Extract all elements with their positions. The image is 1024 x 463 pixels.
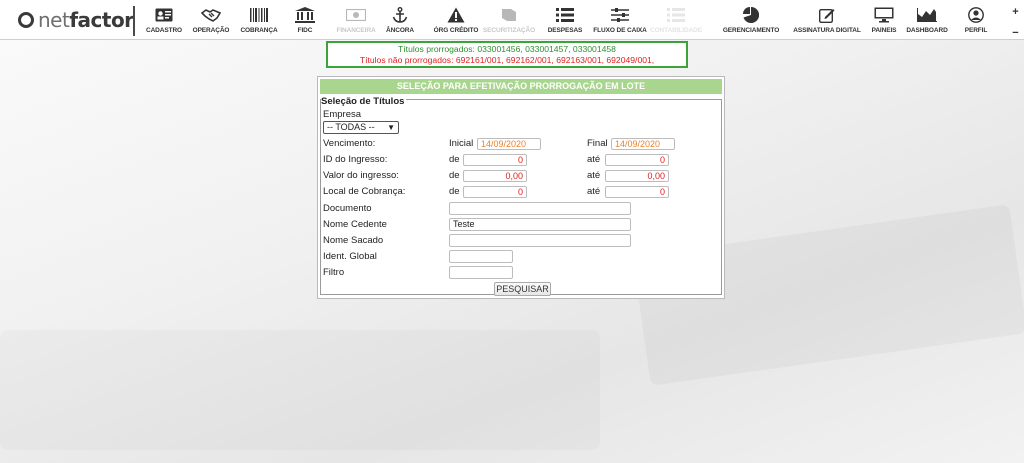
inicial-label: Inicial <box>449 138 474 149</box>
valor-ingresso-ate-input[interactable]: 0,00 <box>605 170 669 182</box>
extended-titles-message: Títulos prorrogados: 033001456, 03300145… <box>398 44 616 54</box>
nav-item-label: GERENCIAMENTO <box>722 27 780 34</box>
filtro-input[interactable] <box>449 266 513 279</box>
nav-item-label: PERFIL <box>964 27 988 34</box>
id-ingresso-ate-input[interactable]: 0 <box>605 154 669 166</box>
nav-item-label: DESPESAS <box>547 27 583 34</box>
handshake-icon <box>201 6 221 24</box>
logo-mark <box>18 12 34 28</box>
nome-sacado-label: Nome Sacado <box>323 235 384 246</box>
local-cobranca-de-input[interactable]: 0 <box>463 186 527 198</box>
nav-item-label: FIDC <box>297 27 313 34</box>
vencimento-inicial-input[interactable]: 14/09/2020 <box>477 138 541 150</box>
vencimento-final-input[interactable]: 14/09/2020 <box>611 138 675 150</box>
nav-item-label: CONTABILIDADE <box>649 27 703 34</box>
panel-title: SELEÇÃO PARA EFETIVAÇÃO PRORROGAÇÃO EM L… <box>320 79 722 94</box>
filtro-label: Filtro <box>323 267 345 278</box>
nav-item-label: ÂNCORA <box>386 27 414 34</box>
valor-ingresso-label: Valor do ingresso: <box>323 170 399 181</box>
id-ingresso-label: ID do Ingresso: <box>323 154 388 165</box>
valor-ate-label: até <box>587 170 601 181</box>
valor-de-label: de <box>449 170 460 181</box>
expand-icon[interactable]: + <box>1011 7 1020 18</box>
background-photo-detail <box>0 330 600 450</box>
app-logo[interactable]: net factor <box>18 6 134 34</box>
documento-label: Documento <box>323 203 372 214</box>
result-message-box: Títulos prorrogados: 033001456, 03300145… <box>326 41 688 68</box>
not-extended-titles-message: Títulos não prorrogados: 692161/001, 692… <box>359 55 655 65</box>
nav-item-gerenciamento[interactable]: GERENCIAMENTO <box>714 0 788 40</box>
empresa-select[interactable]: -- TODAS -- ▼ <box>323 121 399 134</box>
pen-icon <box>817 6 837 24</box>
local-ate-label: até <box>587 186 601 197</box>
logo-factor: factor <box>69 8 134 32</box>
user-circle-icon <box>966 6 986 24</box>
sliders-icon <box>610 6 630 24</box>
anchor-icon <box>390 6 410 24</box>
nav-item-contabilidade[interactable]: CONTABILIDADE <box>639 0 713 40</box>
nav-item-perfil[interactable]: PERFIL <box>939 0 1013 40</box>
area-chart-icon <box>917 6 937 24</box>
local-cobranca-ate-input[interactable]: 0 <box>605 186 669 198</box>
id-ingresso-de-input[interactable]: 0 <box>463 154 527 166</box>
empresa-selected-value: -- TODAS -- <box>327 122 375 132</box>
bank-icon <box>295 6 315 24</box>
local-de-label: de <box>449 186 460 197</box>
vencimento-label: Vencimento: <box>323 138 376 149</box>
logo-net: net <box>38 8 70 32</box>
id-card-icon <box>154 6 174 24</box>
id-de-label: de <box>449 154 460 165</box>
list-icon <box>666 6 686 24</box>
main-menu: CADASTRO OPERAÇÃO COBRANÇA FIDC FINANCEIRA ÂN… <box>138 0 1000 40</box>
pesquisar-button[interactable]: PESQUISAR <box>494 282 551 296</box>
list-icon <box>555 6 575 24</box>
nome-sacado-input[interactable] <box>449 234 631 247</box>
nome-cedente-label: Nome Cedente <box>323 219 387 230</box>
local-cobranca-label: Local de Cobrança: <box>323 186 406 197</box>
empresa-label: Empresa <box>323 109 362 120</box>
title-selection-fieldset: Seleção de Títulos Empresa -- TODAS -- ▼… <box>320 96 722 296</box>
documento-input[interactable] <box>449 202 631 215</box>
top-navigation-bar: net factor CADASTRO OPERAÇÃO COBRANÇA FIDC FI… <box>0 0 1024 40</box>
valor-ingresso-de-input[interactable]: 0,00 <box>463 170 527 182</box>
final-label: Final <box>587 138 608 149</box>
chevron-down-icon: ▼ <box>387 123 395 132</box>
selection-panel: SELEÇÃO PARA EFETIVAÇÃO PRORROGAÇÃO EM L… <box>317 76 725 299</box>
fieldset-legend: Seleção de Títulos <box>321 96 407 107</box>
collapse-icon[interactable]: − <box>1011 28 1020 39</box>
pie-chart-icon <box>741 6 761 24</box>
id-ate-label: até <box>587 154 601 165</box>
warning-icon <box>446 6 466 24</box>
ident-global-input[interactable] <box>449 250 513 263</box>
book-icon <box>499 6 519 24</box>
nome-cedente-input[interactable]: Teste <box>449 218 631 231</box>
barcode-icon <box>249 6 269 24</box>
ident-global-label: Ident. Global <box>323 251 377 262</box>
